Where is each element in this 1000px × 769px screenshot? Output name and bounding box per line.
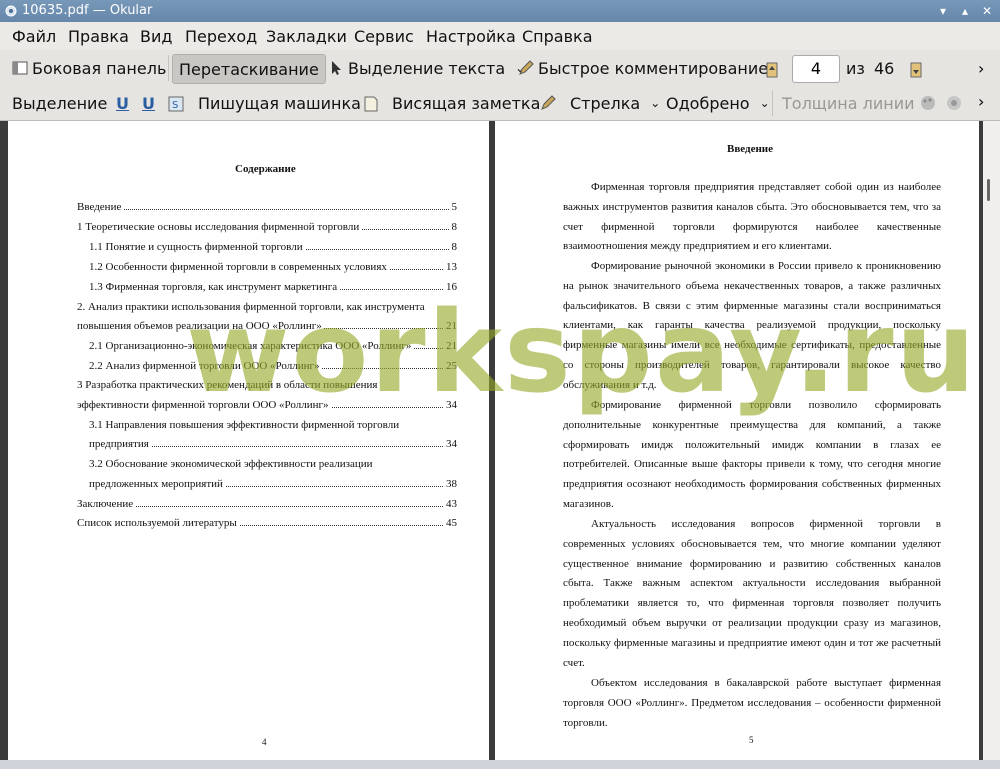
sidebar-button[interactable]: Боковая панель	[12, 54, 166, 82]
scrollbar-thumb[interactable]	[987, 179, 990, 201]
toc-line[interactable]: Введение 5	[77, 201, 457, 213]
quick-comment-label: Быстрое комментирование	[538, 58, 769, 78]
text-select-label: Выделение текста	[348, 58, 506, 78]
minimize-icon[interactable]: ▾	[934, 2, 952, 20]
document-viewer[interactable]: Содержание Введение 5 1 Теоретические осн…	[0, 121, 1000, 769]
section-title: Введение	[727, 143, 774, 155]
chevron-right-icon[interactable]: ›	[978, 59, 984, 78]
pdf-page-5: Введение Фирменная торговля предприятия …	[495, 121, 979, 769]
stamp-tool-button[interactable]: Одобрено ⌄	[666, 89, 770, 117]
body-paragraph: Актуальность исследования вопросов фирме…	[563, 518, 941, 669]
toc-line[interactable]: Заключение 43	[77, 498, 457, 510]
drag-tool-label: Перетаскивание	[179, 59, 319, 79]
toc-line[interactable]: повышения объемов реализации на ООО «Рол…	[77, 320, 457, 332]
sticky-note-label: Висящая заметка	[392, 93, 541, 113]
underline-icon[interactable]: U	[116, 89, 129, 117]
menu-file[interactable]: Файл	[12, 27, 56, 46]
body-paragraph: Объектом исследования в бакалаврской раб…	[563, 677, 941, 729]
sidebar-button-label: Боковая панель	[32, 58, 167, 78]
next-page-icon[interactable]	[910, 62, 926, 78]
toolbar-separator	[772, 90, 773, 116]
text-select-tool-button[interactable]: Выделение текста ⌄	[328, 54, 525, 82]
toc-line[interactable]: предложенных мероприятий 38	[89, 478, 457, 490]
annotation-toolbar: Выделение U U S Пишущая машинка Висящая …	[0, 86, 1000, 121]
toc-line[interactable]: 3.2 Обоснование экономической эффективно…	[89, 458, 457, 470]
cursor-icon	[328, 60, 344, 76]
toc-line[interactable]: 3 Разработка практических рекомендаций в…	[77, 379, 457, 391]
fill-color-icon[interactable]	[946, 95, 962, 111]
previous-page-icon[interactable]	[766, 62, 782, 78]
total-pages-label: 46	[874, 58, 895, 78]
toc-line[interactable]: 1.3 Фирменная торговля, как инструмент м…	[89, 281, 457, 293]
bottom-bar	[0, 760, 1000, 769]
toc-line[interactable]: Список используемой литературы 45	[77, 517, 457, 529]
highlight-tool-label: Выделение	[12, 93, 108, 113]
menu-settings[interactable]: Настройка	[426, 27, 516, 46]
toc-line[interactable]: 1.2 Особенности фирменной торговли в сов…	[89, 261, 457, 273]
page-number: 4	[262, 737, 267, 747]
toc-line[interactable]: 2.1 Организационно-экономическая характе…	[89, 340, 457, 352]
menu-view[interactable]: Вид	[140, 27, 172, 46]
page-number-input[interactable]: 4	[792, 55, 840, 83]
sticky-note-tool-button[interactable]: Висящая заметка	[392, 89, 540, 117]
okular-app-icon	[4, 4, 18, 18]
typewriter-label: Пишущая машинка	[198, 93, 361, 113]
main-toolbar: Боковая панель Перетаскивание Выделение …	[0, 50, 1000, 86]
page-title: Содержание	[235, 163, 296, 175]
chevron-down-icon[interactable]: ⌄	[650, 96, 660, 110]
svg-text:S: S	[172, 100, 178, 111]
typewriter-tool-button[interactable]: Пишущая машинка	[198, 89, 361, 117]
pdf-page-4: Содержание Введение 5 1 Теоретические осн…	[8, 121, 489, 769]
menu-help[interactable]: Справка	[522, 27, 593, 46]
body-paragraph: Фирменная торговля предприятия представл…	[563, 181, 941, 253]
toc-line[interactable]: 2. Анализ практики использования фирменн…	[77, 301, 457, 313]
quick-comment-button[interactable]: Быстрое комментирование	[518, 54, 768, 82]
note-icon[interactable]	[364, 96, 380, 112]
toolbar-separator	[168, 55, 169, 81]
menu-tools[interactable]: Сервис	[354, 27, 414, 46]
window-title: 10635.pdf — Okular	[22, 3, 153, 18]
toc-line[interactable]: 3.1 Направления повышения эффективности …	[89, 419, 457, 431]
line-width-button[interactable]: Толщина линии	[782, 89, 915, 117]
chevron-right-icon[interactable]: ›	[978, 92, 984, 111]
chevron-down-icon[interactable]: ⌄	[760, 96, 770, 110]
maximize-icon[interactable]: ▴	[956, 2, 974, 20]
drag-tool-button[interactable]: Перетаскивание	[172, 54, 326, 84]
pen-icon	[518, 60, 534, 76]
menu-bookmarks[interactable]: Закладки	[266, 27, 347, 46]
arrow-tool-button[interactable]: Стрелка ⌄	[570, 89, 660, 117]
toc-line[interactable]: 1.1 Понятие и сущность фирменной торговл…	[89, 241, 457, 253]
body-paragraph: Формирование фирменной торговли позволил…	[563, 399, 941, 510]
highlight-tool-button[interactable]: Выделение	[12, 89, 107, 117]
close-icon[interactable]: ✕	[978, 2, 996, 20]
page-of-label: из	[846, 58, 865, 78]
toc-line[interactable]: предприятия 34	[89, 438, 457, 450]
stamp-label: Одобрено	[666, 93, 750, 113]
toc-line[interactable]: 2.2 Анализ фирменной торговли ООО «Ролли…	[89, 360, 457, 372]
menu-go[interactable]: Переход	[185, 27, 257, 46]
toc-line[interactable]: 1 Теоретические основы исследования фирм…	[77, 221, 457, 233]
strikeout-icon[interactable]: S	[168, 96, 184, 112]
arrow-label: Стрелка	[570, 93, 641, 113]
toc-line[interactable]: эффективности фирменной торговли ООО «Ро…	[77, 399, 457, 411]
squiggly-underline-icon[interactable]: U	[142, 89, 155, 117]
page-number: 5	[749, 735, 754, 745]
arrow-pen-icon[interactable]	[540, 95, 556, 111]
body-paragraph: Формирование рыночной экономики в России…	[563, 260, 941, 391]
vertical-scrollbar[interactable]	[983, 121, 1000, 769]
sidebar-icon	[12, 60, 28, 76]
color-palette-icon[interactable]	[920, 95, 936, 111]
line-width-label: Толщина линии	[782, 93, 915, 113]
menu-edit[interactable]: Правка	[68, 27, 129, 46]
menu-bar: Файл Правка Вид Переход Закладки Сервис …	[0, 22, 1000, 50]
title-bar: 10635.pdf — Okular ▾ ▴ ✕	[0, 0, 1000, 22]
